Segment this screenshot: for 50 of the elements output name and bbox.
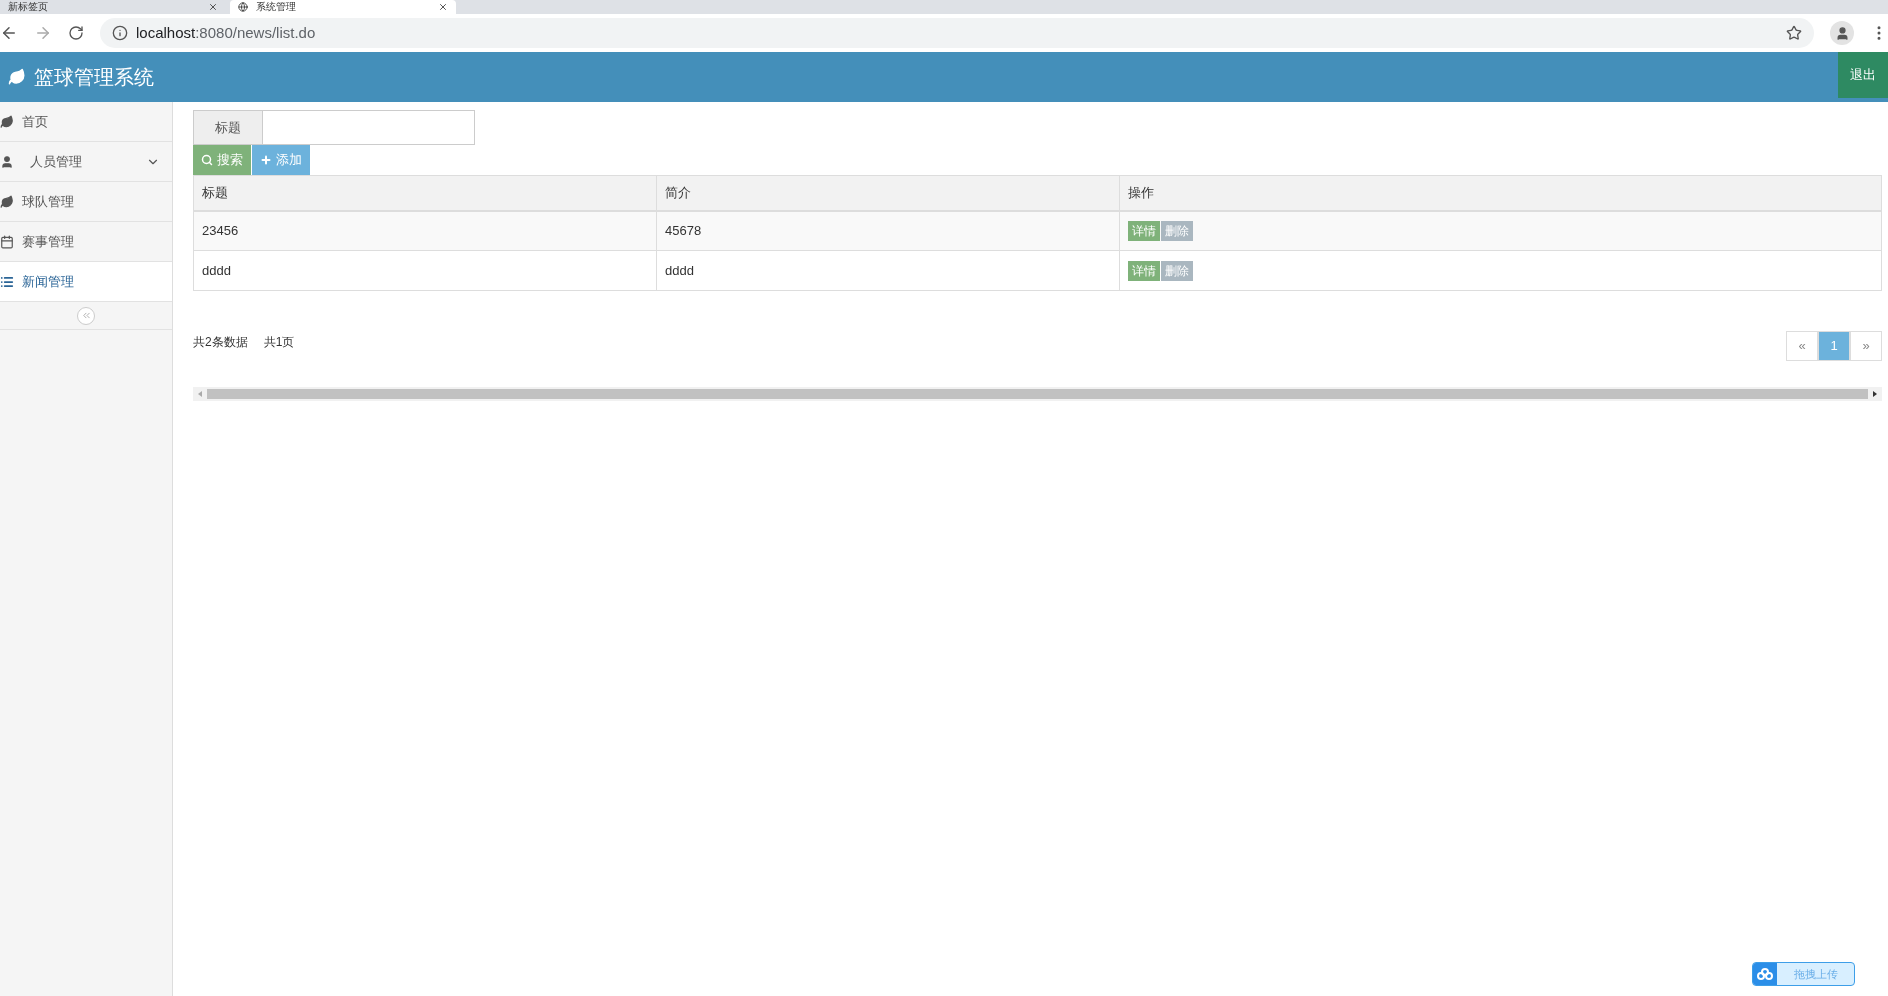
delete-button[interactable]: 删除 (1161, 221, 1193, 241)
list-icon (0, 274, 14, 289)
user-icon (0, 154, 14, 169)
address-bar[interactable]: localhost:8080/news/list.do (100, 18, 1814, 48)
page-button[interactable]: « (1786, 331, 1818, 361)
cloud-icon (1757, 968, 1773, 980)
leaf-icon (0, 194, 14, 209)
delete-button[interactable]: 删除 (1161, 260, 1193, 281)
browser-tab[interactable]: 系统管理 (230, 0, 456, 14)
horizontal-scrollbar[interactable] (193, 387, 1882, 401)
table-cell: 23456 (194, 212, 657, 250)
search-label: 标题 (193, 110, 263, 145)
sidebar-item[interactable]: 球队管理 (0, 182, 172, 222)
table-cell: 45678 (657, 212, 1120, 250)
column-header: 简介 (657, 176, 1120, 210)
table-cell: dddd (657, 251, 1120, 290)
leaf-icon (8, 68, 26, 86)
details-button[interactable]: 详情 (1128, 221, 1160, 241)
sidebar-item[interactable]: 新闻管理 (0, 262, 172, 302)
total-count: 共2条数据 (193, 334, 248, 351)
double-chevron-icon (80, 310, 92, 321)
app-title: 篮球管理系统 (34, 65, 154, 90)
table-cell: dddd (194, 251, 657, 290)
upload-button[interactable]: 拖拽上传 (1752, 962, 1855, 986)
search-button[interactable]: 搜索 (193, 145, 251, 175)
close-icon (438, 2, 448, 12)
reload-icon[interactable] (68, 25, 84, 41)
url-text: localhost:8080/news/list.do (136, 22, 317, 43)
back-icon[interactable] (0, 24, 18, 42)
page-button[interactable]: 1 (1818, 331, 1850, 361)
page-button[interactable]: » (1850, 331, 1882, 361)
sidebar-item[interactable]: 人员管理 (0, 142, 172, 182)
globe-icon (238, 2, 248, 12)
profile-icon[interactable] (1830, 21, 1854, 45)
leaf-icon (0, 114, 14, 129)
scroll-right-icon[interactable] (1873, 391, 1877, 397)
column-header: 操作 (1127, 184, 1155, 203)
title-input[interactable] (263, 110, 475, 145)
star-icon[interactable] (1786, 25, 1802, 41)
page-count: 共1页 (263, 334, 295, 351)
sidebar-item[interactable]: 首页 (0, 102, 172, 142)
info-icon (112, 25, 128, 41)
logout-button[interactable]: 退出 (1838, 52, 1888, 98)
close-icon (208, 2, 218, 12)
calendar-icon (0, 234, 14, 249)
add-button[interactable]: 添加 (251, 145, 310, 175)
column-header: 标题 (194, 176, 657, 210)
search-icon (201, 154, 213, 166)
plus-icon (260, 154, 272, 166)
details-button[interactable]: 详情 (1128, 260, 1160, 281)
